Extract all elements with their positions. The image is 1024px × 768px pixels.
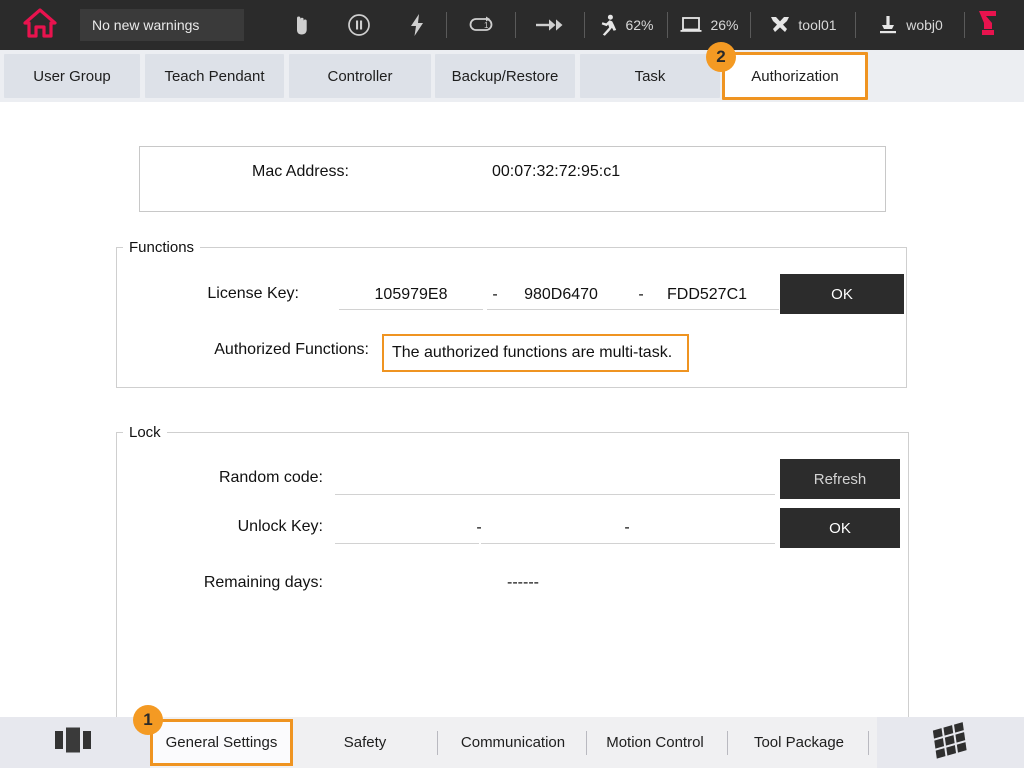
keypad-grid-icon — [927, 720, 975, 765]
remaining-days-value: ------ — [507, 574, 539, 592]
bottom-nav-general-settings[interactable]: General Settings — [150, 719, 293, 766]
badge-label: 2 — [716, 47, 725, 67]
mac-address-panel: Mac Address: 00:07:32:72:95:c1 — [139, 146, 886, 212]
functions-group-legend: Functions — [123, 239, 200, 256]
bottom-nav-divider — [727, 731, 728, 755]
license-key-segment-1[interactable]: 105979E8 — [339, 280, 483, 310]
workobject-icon — [877, 14, 899, 36]
pause-circle-icon — [347, 13, 371, 37]
bottom-nav-safety[interactable]: Safety — [305, 717, 425, 768]
tool-label: tool01 — [798, 17, 836, 33]
warning-message-field[interactable]: No new warnings — [80, 9, 244, 41]
keypad-button[interactable] — [877, 717, 1024, 768]
lock-group: Lock Random code: Refresh Unlock Key: - … — [116, 424, 909, 728]
hand-pointer-icon — [291, 14, 311, 36]
license-key-label: License Key: — [131, 285, 299, 303]
mac-address-label: Mac Address: — [252, 163, 349, 181]
speed-value: 62% — [625, 17, 653, 33]
cycle-loop-icon: 1 — [467, 15, 495, 35]
random-code-label: Random code: — [131, 469, 323, 487]
bottom-nav-divider — [437, 731, 438, 755]
unlock-key-segment-1[interactable] — [335, 512, 479, 544]
bottom-nav-label: General Settings — [166, 734, 278, 751]
bottom-nav-label: Motion Control — [606, 734, 704, 751]
panels-button[interactable] — [0, 717, 150, 768]
workobject-selector[interactable]: wobj0 — [856, 0, 964, 50]
load-indicator[interactable]: 26% — [668, 0, 750, 50]
warning-message-text: No new warnings — [92, 17, 199, 33]
tools-icon — [769, 15, 791, 35]
license-key-segment-2-value: 980D6470 — [524, 286, 598, 304]
panels-icon — [53, 726, 97, 759]
authorization-content: Mac Address: 00:07:32:72:95:c1 Functions… — [0, 102, 1024, 717]
fast-forward-icon — [535, 16, 565, 34]
bottom-nav-label: Safety — [344, 734, 387, 751]
step-badge-1: 1 — [133, 705, 163, 735]
bottom-nav-tool-package[interactable]: Tool Package — [739, 717, 859, 768]
step-forward-button[interactable] — [516, 0, 584, 50]
home-button[interactable] — [0, 0, 80, 50]
lightning-bolt-icon — [408, 13, 426, 37]
license-key-segment-1-value: 105979E8 — [375, 286, 448, 304]
unlock-ok-button[interactable]: OK — [780, 508, 900, 548]
mac-address-value: 00:07:32:72:95:c1 — [492, 163, 620, 181]
top-status-bar: No new warnings — [0, 0, 1024, 50]
tab-authorization[interactable]: Authorization — [722, 52, 868, 100]
step-badge-2: 2 — [706, 42, 736, 72]
tab-label: Backup/Restore — [452, 68, 559, 85]
license-key-segment-3[interactable]: FDD527C1 — [635, 280, 779, 310]
authorization-screen: No new warnings — [0, 0, 1024, 768]
tab-task[interactable]: Task — [580, 54, 720, 98]
tool-selector[interactable]: tool01 — [751, 0, 855, 50]
authorized-functions-label: Authorized Functions: — [131, 341, 369, 359]
pause-button[interactable] — [330, 0, 388, 50]
license-key-segment-3-value: FDD527C1 — [667, 286, 747, 304]
home-icon — [23, 7, 57, 44]
tab-backup-restore[interactable]: Backup/Restore — [435, 54, 575, 98]
cycle-mode-button[interactable]: 1 — [447, 0, 515, 50]
settings-tab-bar: User Group Teach Pendant Controller Back… — [0, 50, 1024, 102]
license-ok-button[interactable]: OK — [780, 274, 904, 314]
refresh-button[interactable]: Refresh — [780, 459, 900, 499]
bottom-nav-label: Tool Package — [754, 734, 844, 751]
unlock-key-segment-3[interactable] — [629, 512, 775, 544]
svg-text:1: 1 — [484, 21, 489, 30]
tab-label: Teach Pendant — [164, 68, 264, 85]
bottom-nav-label: Communication — [461, 734, 565, 751]
remaining-days-label: Remaining days: — [131, 574, 323, 592]
motor-power-button[interactable] — [388, 0, 446, 50]
bottom-nav-divider — [586, 731, 587, 755]
tab-label: User Group — [33, 68, 111, 85]
lock-group-legend: Lock — [123, 424, 167, 441]
tab-user-group[interactable]: User Group — [4, 54, 140, 98]
tab-label: Authorization — [751, 68, 839, 85]
license-key-segment-2[interactable]: 980D6470 — [487, 280, 635, 310]
tab-label: Task — [635, 68, 666, 85]
jog-mode-button[interactable] — [272, 0, 330, 50]
load-value: 26% — [710, 17, 738, 33]
robot-brand-button[interactable] — [965, 7, 1011, 44]
functions-group: Functions License Key: 105979E8 - 980D64… — [116, 239, 907, 388]
speed-indicator[interactable]: 62% — [585, 0, 667, 50]
unlock-key-label: Unlock Key: — [131, 518, 323, 536]
running-person-icon — [598, 14, 618, 36]
authorized-functions-value: The authorized functions are multi-task. — [392, 344, 672, 362]
badge-label: 1 — [143, 710, 152, 730]
random-code-field[interactable] — [335, 463, 775, 495]
workobject-label: wobj0 — [906, 17, 943, 33]
bottom-nav-divider — [868, 731, 869, 755]
bottom-nav-communication[interactable]: Communication — [448, 717, 578, 768]
unlock-key-segment-2[interactable] — [481, 512, 629, 544]
tab-teach-pendant[interactable]: Teach Pendant — [145, 54, 284, 98]
monitor-icon — [679, 15, 703, 35]
bottom-nav-motion-control[interactable]: Motion Control — [594, 717, 716, 768]
robot-arm-icon — [975, 7, 1001, 44]
authorized-functions-value-box: The authorized functions are multi-task. — [382, 334, 689, 372]
tab-controller[interactable]: Controller — [289, 54, 431, 98]
tab-label: Controller — [327, 68, 392, 85]
